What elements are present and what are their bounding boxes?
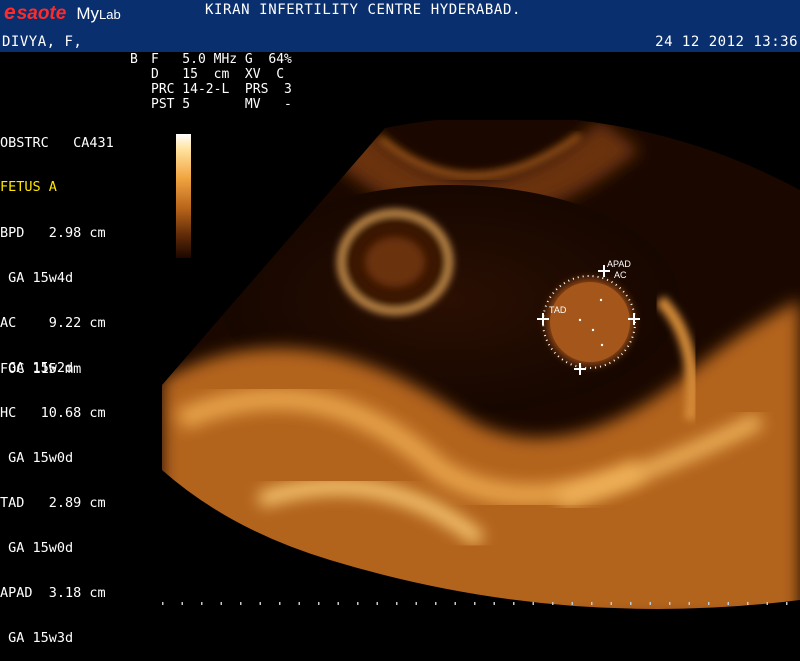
scale-tick — [688, 602, 690, 605]
scale-tick — [337, 602, 339, 605]
scale-tick — [220, 602, 222, 605]
scale-tick — [591, 602, 593, 605]
scale-tick — [649, 602, 651, 605]
scale-tick — [474, 602, 476, 605]
scale-tick — [532, 602, 534, 605]
scale-tick — [357, 602, 359, 605]
scale-tick — [552, 602, 554, 605]
scale-tick — [201, 602, 203, 605]
scale-tick — [493, 602, 495, 605]
depth-scale-ticks — [162, 602, 788, 605]
scale-tick — [610, 602, 612, 605]
scale-tick — [259, 602, 261, 605]
scale-tick-group — [162, 602, 788, 605]
scale-tick — [318, 602, 320, 605]
scale-tick — [396, 602, 398, 605]
scale-tick — [181, 602, 183, 605]
scale-tick — [747, 602, 749, 605]
scale-tick — [766, 602, 768, 605]
scale-tick — [571, 602, 573, 605]
scale-tick — [786, 602, 788, 605]
scale-tick — [298, 602, 300, 605]
scale-tick — [669, 602, 671, 605]
scale-tick — [240, 602, 242, 605]
scale-tick — [279, 602, 281, 605]
scale-tick — [513, 602, 515, 605]
scale-tick — [454, 602, 456, 605]
scale-tick — [630, 602, 632, 605]
scale-tick — [727, 602, 729, 605]
scale-tick — [708, 602, 710, 605]
scale-tick — [376, 602, 378, 605]
scale-tick — [162, 602, 164, 605]
scale-tick — [435, 602, 437, 605]
scale-tick — [415, 602, 417, 605]
